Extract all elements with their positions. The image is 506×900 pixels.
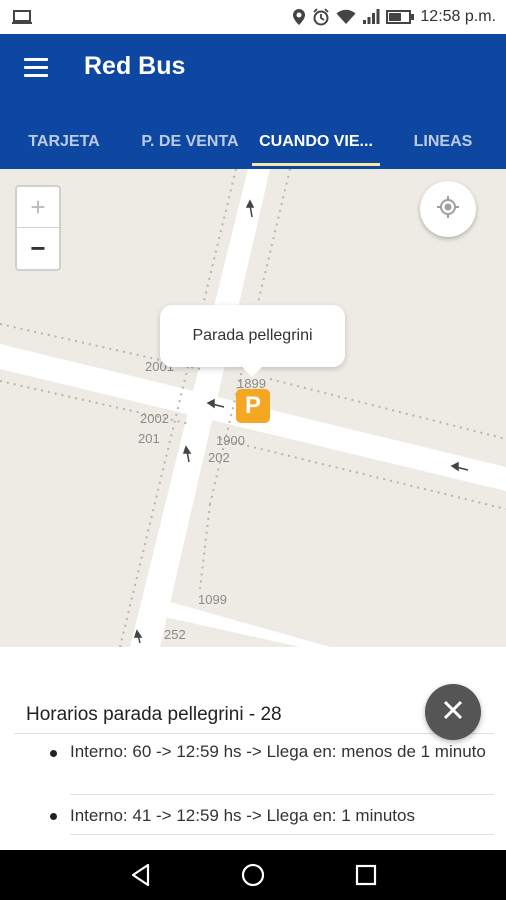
location-icon [292, 8, 306, 26]
stop-popup: Parada pellegrini [160, 305, 345, 377]
gps-target-icon [435, 194, 461, 225]
bullet [50, 813, 57, 820]
back-icon[interactable] [128, 862, 154, 888]
map-label: 252 [164, 627, 186, 642]
close-button[interactable] [425, 684, 481, 740]
map-label: 1099 [198, 592, 227, 607]
alarm-icon [312, 8, 330, 26]
tab-cuando-viene[interactable]: CUANDO VIE... [252, 114, 380, 169]
status-time: 12:58 p.m. [420, 8, 496, 25]
divider [14, 733, 494, 734]
zoom-in-button[interactable]: + [17, 187, 59, 228]
status-icons: 12:58 p.m. [292, 0, 496, 34]
home-icon[interactable] [240, 862, 266, 888]
map-view[interactable]: 2001 1899 2002 201 1900 202 1099 252 + −… [0, 169, 506, 647]
map-label: 2002 [140, 411, 169, 426]
battery-icon [386, 10, 415, 24]
schedule-sheet: Horarios parada pellegrini - 28 Interno:… [0, 647, 506, 850]
tab-tarjeta[interactable]: TARJETA [0, 114, 128, 169]
schedule-item: Interno: 60 -> 12:59 hs -> Llega en: men… [70, 742, 486, 761]
system-nav-bar [0, 850, 506, 900]
zoom-control: + − [15, 185, 61, 271]
wifi-icon [336, 9, 356, 25]
recents-icon[interactable] [353, 862, 379, 888]
map-label: 202 [208, 450, 230, 465]
close-icon [443, 700, 463, 725]
status-bar: 12:58 p.m. [0, 0, 506, 34]
schedule-item: Interno: 41 -> 12:59 hs -> Llega en: 1 m… [70, 806, 415, 825]
tab-puntos-de-venta[interactable]: P. DE VENTA [128, 114, 252, 169]
bus-stop-marker[interactable]: P [236, 389, 270, 423]
menu-icon[interactable] [22, 58, 52, 80]
map-label: 1900 [216, 433, 245, 448]
map-label: 201 [138, 431, 160, 446]
divider [70, 834, 494, 835]
app-bar: Red Bus TARJETA P. DE VENTA CUANDO VIE..… [0, 34, 506, 169]
divider [70, 794, 494, 795]
schedule-title: Horarios parada pellegrini - 28 [26, 704, 282, 725]
app-title: Red Bus [84, 52, 186, 80]
zoom-out-button[interactable]: − [17, 228, 59, 269]
bullet [50, 750, 57, 757]
tab-bar: TARJETA P. DE VENTA CUANDO VIE... LINEAS [0, 114, 506, 169]
my-location-button[interactable] [420, 181, 476, 237]
screenshot-notification-icon [12, 8, 32, 26]
signal-icon [362, 9, 380, 25]
tab-lineas[interactable]: LINEAS [380, 114, 506, 169]
